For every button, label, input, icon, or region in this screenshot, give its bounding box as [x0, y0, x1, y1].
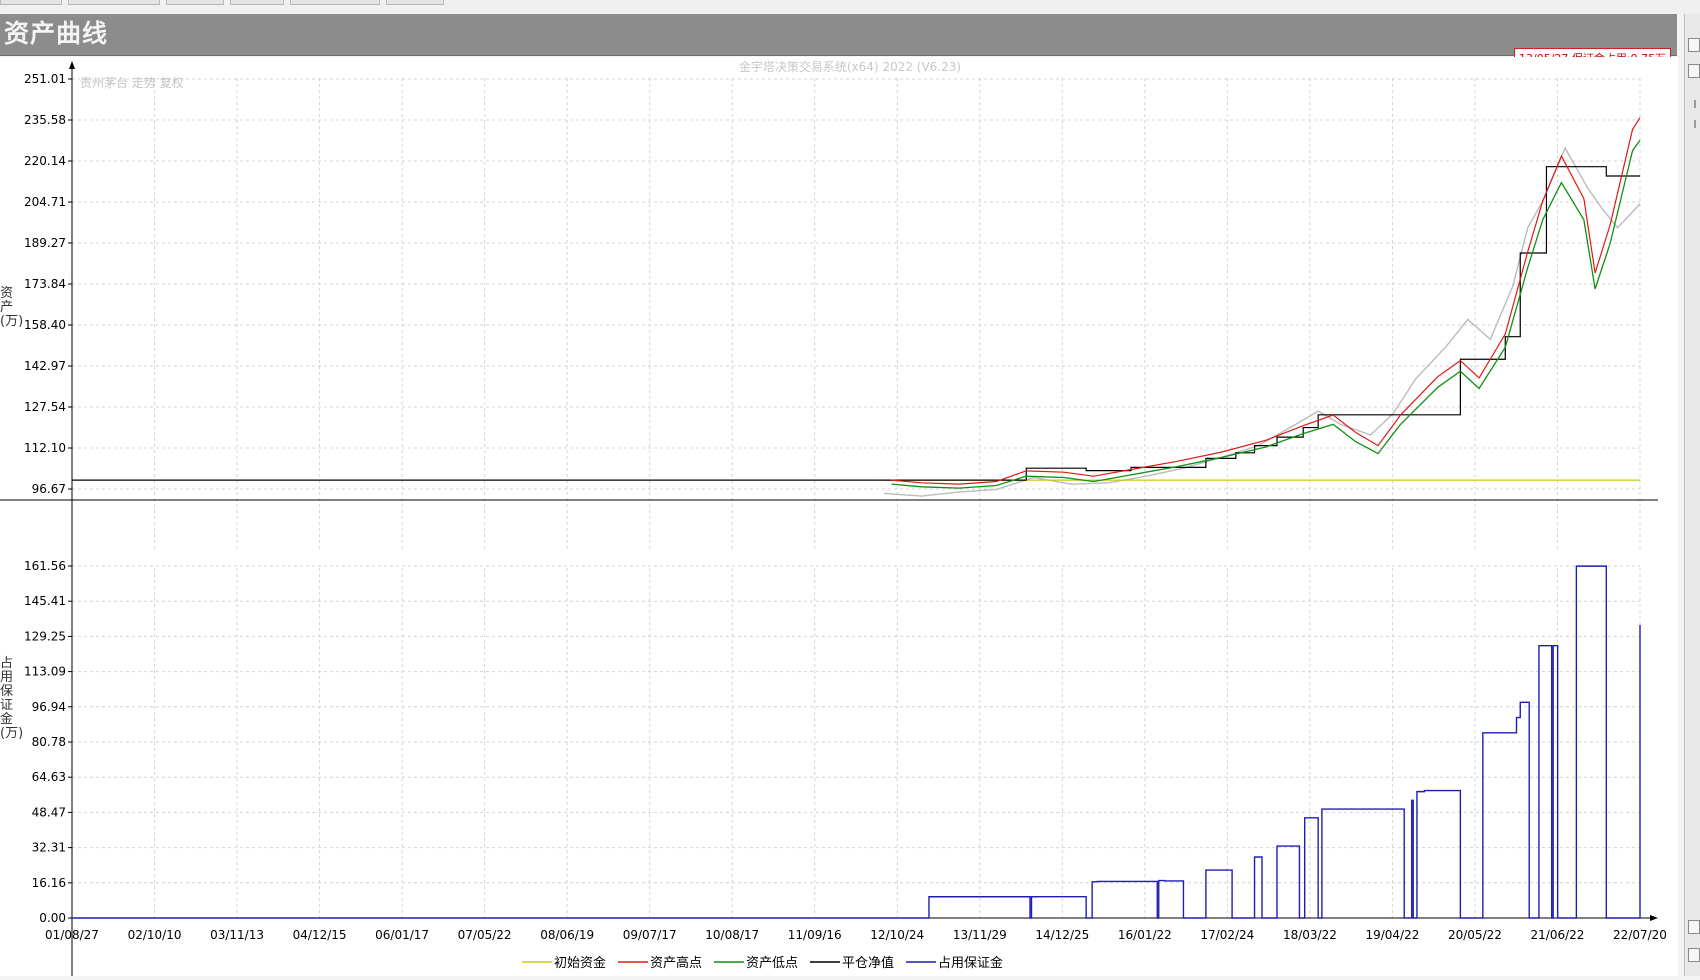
margin-axis-title: 占用保证金(万) [0, 656, 24, 741]
x-tick-label: 10/08/17 [705, 928, 759, 942]
toolbar-tab-3[interactable] [166, 0, 224, 5]
x-tick-label: 18/03/22 [1283, 928, 1337, 942]
toolbar-tab-5[interactable] [290, 0, 380, 5]
toolbar-tab-1[interactable] [0, 0, 62, 5]
gridlines [71, 78, 1641, 919]
y-tick-label: 204.71 [24, 195, 66, 209]
y-tick-label: 48.47 [32, 805, 66, 819]
asset-curve-chart: 251.01235.58220.14204.71189.27173.84158.… [0, 61, 1667, 976]
y-tick-label: 16.16 [32, 876, 66, 890]
x-tick-label: 16/01/22 [1118, 928, 1172, 942]
toolbar-tab-4[interactable] [230, 0, 284, 5]
y-tick-label: 113.09 [24, 665, 66, 679]
legend-label: 占用保证金 [938, 955, 1003, 971]
series-line [891, 139, 1641, 489]
x-tick-label: 22/07/20 [1613, 928, 1667, 942]
series-line [884, 146, 1641, 497]
y-tick-label: 32.31 [32, 841, 66, 855]
legend-label: 平仓净值 [842, 955, 894, 971]
side-button-icon[interactable] [1688, 920, 1700, 934]
side-button-icon[interactable] [1688, 38, 1700, 52]
series-line [72, 166, 1640, 481]
top-tab-strip [0, 0, 1700, 14]
side-button-icon[interactable] [1688, 948, 1700, 962]
legend: 初始资金 资产高点 资产低点 平仓净值 占用保证金 [522, 955, 1003, 971]
y-tick-label: 220.14 [24, 154, 66, 168]
asset-axis-title: 资产(万) [0, 286, 24, 329]
toolbar-tab-2[interactable] [68, 0, 160, 5]
y-tick-label: 145.41 [24, 594, 66, 608]
window-title: 资产曲线 [4, 19, 109, 48]
x-tick-label: 19/04/22 [1365, 928, 1419, 942]
y-tick-label: 161.56 [24, 559, 66, 573]
x-tick-label: 20/05/22 [1448, 928, 1502, 942]
x-axis-arrow [1650, 915, 1658, 921]
x-tick-label: 08/06/19 [540, 928, 594, 942]
y-tick-label: 189.27 [24, 236, 66, 250]
window-title-bar: 资产曲线 13/05/27 保证金占用:9.75万 [0, 14, 1677, 69]
y-tick-label: 142.97 [24, 359, 66, 373]
legend-label: 资产低点 [746, 956, 798, 971]
y-tick-label: 64.63 [32, 770, 66, 784]
series-lines [72, 117, 1641, 919]
x-tick-label: 12/10/24 [870, 928, 924, 942]
legend-label: 资产高点 [650, 955, 702, 971]
chart-area: 251.01 235.58 220.14 204.71 189.27 173.84 158.… [0, 57, 1678, 976]
legend-label: 初始资金 [554, 955, 606, 971]
toolbar-tab-6[interactable] [386, 0, 444, 5]
side-separator [1694, 120, 1696, 128]
y-tick-label: 173.84 [24, 277, 66, 291]
watermark-text: 金宇塔决策交易系统(x64) 2022 (V6.23) [738, 60, 962, 74]
y-tick-label: 96.94 [32, 700, 66, 714]
x-tick-label: 17/02/24 [1200, 928, 1254, 942]
x-tick-label: 14/12/25 [1035, 928, 1089, 942]
y-tick-label: 0.00 [39, 911, 66, 925]
x-tick-label: 07/05/22 [458, 928, 512, 942]
y-tick-label: 158.40 [24, 318, 66, 332]
x-tick-label: 11/09/16 [788, 928, 842, 942]
side-separator [1694, 100, 1696, 108]
x-tick-label: 01/08/27 [45, 928, 99, 942]
y-tick-label: 96.67 [32, 482, 66, 496]
y-tick-label: 129.25 [24, 629, 66, 643]
series-line [891, 117, 1641, 485]
y-tick-label: 235.58 [24, 113, 66, 127]
y-tick-label: 112.10 [24, 441, 66, 455]
x-tick-label: 09/07/17 [623, 928, 677, 942]
y-tick-label: 127.54 [24, 400, 66, 414]
x-tick-label: 13/11/29 [953, 928, 1007, 942]
x-tick-label: 21/06/22 [1531, 928, 1585, 942]
axes [0, 61, 1658, 976]
x-tick-label: 06/01/17 [375, 928, 429, 942]
y-tick-label: 80.78 [32, 735, 66, 749]
x-tick-label: 03/11/13 [210, 928, 264, 942]
symbol-info-text: 贵州茅台 走势 复权 [80, 76, 184, 90]
right-side-panel [1684, 14, 1700, 976]
x-tick-label: 02/10/10 [128, 928, 182, 942]
x-tick-label: 04/12/15 [293, 928, 347, 942]
